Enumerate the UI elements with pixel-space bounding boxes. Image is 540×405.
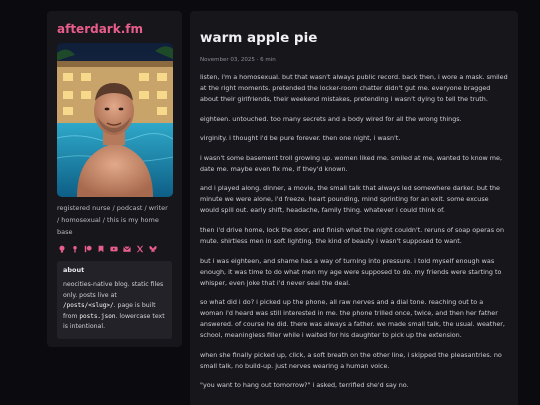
post-paragraph: "you want to hang out tomorrow?" i asked… xyxy=(200,381,409,390)
avatar-photo xyxy=(57,43,173,197)
bookmark-icon[interactable] xyxy=(96,244,106,254)
about-text: neocities-native blog. static files only… xyxy=(63,280,166,333)
social-links xyxy=(57,244,172,254)
bluesky-icon[interactable] xyxy=(148,244,158,254)
youtube-icon[interactable] xyxy=(109,244,119,254)
post-paragraph: listen, i'm a homosexual. but that wasn'… xyxy=(200,73,508,103)
post-paragraph: i wasn't some basement troll growing up.… xyxy=(200,153,502,173)
post-paragraph: and i played along. dinner, a movie, the… xyxy=(200,184,500,215)
mail-icon[interactable] xyxy=(122,244,132,254)
posts-json-code: posts.json xyxy=(79,312,116,320)
podcast-icon[interactable] xyxy=(70,244,80,254)
post-paragraph: virginity. i thought i'd be pure forever… xyxy=(200,134,401,143)
x-icon[interactable] xyxy=(135,244,145,254)
about-heading: about xyxy=(63,266,85,274)
post-title: warm apple pie xyxy=(200,30,318,46)
bio-text: registered nurse / podcast / writer / ho… xyxy=(57,204,168,236)
posts-path-code: /posts/<slug>/ xyxy=(63,302,114,309)
lightbulb-icon[interactable] xyxy=(57,244,67,254)
post-article: warm apple pie November 03, 2025 · 6 min… xyxy=(190,11,518,405)
post-meta: November 03, 2025 · 6 min xyxy=(200,57,276,63)
post-paragraph: but i was eighteen, and shame has a way … xyxy=(200,256,502,287)
site-title[interactable]: afterdark.fm xyxy=(57,21,172,37)
post-paragraph: then i'd drive home, lock the door, and … xyxy=(200,225,505,245)
about-box: about neocities-native blog. static file… xyxy=(57,261,172,339)
post-paragraph: eighteen. untouched. too many secrets an… xyxy=(200,114,462,123)
patreon-icon[interactable] xyxy=(83,244,93,254)
about-text-part: neocities-native blog. static files only… xyxy=(63,281,164,299)
sidebar: afterdark.fm registered nurse / podcast … xyxy=(47,11,182,347)
post-paragraph: when she finally picked up, click, a sof… xyxy=(200,350,502,370)
post-paragraph: so what did i do? i picked up the phone,… xyxy=(200,298,505,340)
